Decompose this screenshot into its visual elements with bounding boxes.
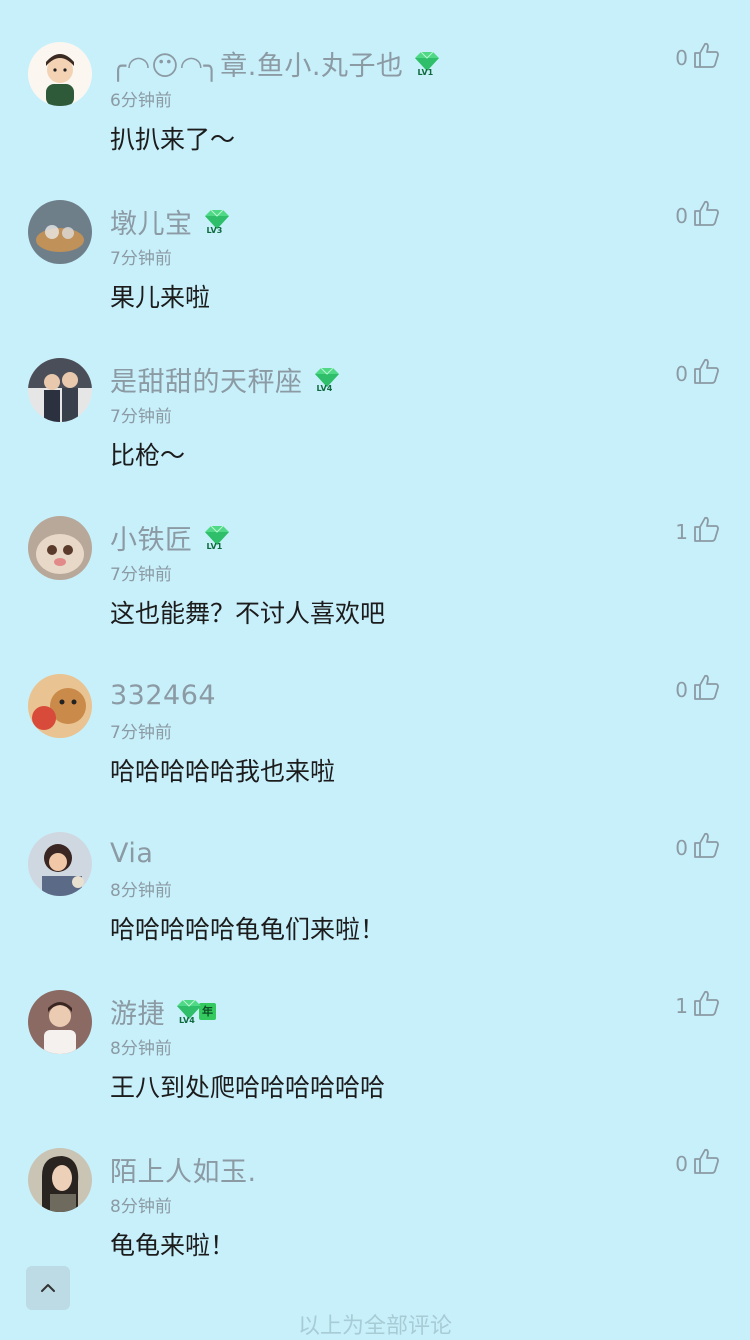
comment-time: 7分钟前 (110, 723, 172, 743)
comment-time: 7分钟前 (110, 249, 172, 269)
comment-item: 陌上人如玉. 8分钟前 龟龟来啦！ 0 (0, 1106, 750, 1264)
comment-content: 王八到处爬哈哈哈哈哈哈 (110, 1073, 386, 1102)
avatar[interactable] (28, 832, 92, 896)
username[interactable]: 陌上人如玉. (110, 1150, 257, 1189)
like-count: 0 (675, 836, 688, 860)
comment-item: Via 8分钟前 哈哈哈哈哈龟龟们来啦！ 0 (0, 790, 750, 948)
comment-item: 墩儿宝 LV3 7分钟前 果儿来啦 0 (0, 158, 750, 316)
comment-header: Via (110, 833, 153, 873)
comment-header: ╭◠😶◠╮章.鱼小.丸子也 LV1 (110, 43, 441, 83)
comment-header: 是甜甜的天秤座 LV4 (110, 359, 341, 399)
comment-item: 是甜甜的天秤座 LV4 7分钟前 比枪～ 0 (0, 316, 750, 474)
comment-time: 8分钟前 (110, 1197, 172, 1217)
thumbs-up-icon[interactable] (692, 673, 720, 701)
comment-header: 游捷 LV4 年 (110, 991, 216, 1031)
comment-content: 果儿来啦 (110, 283, 211, 312)
comment-content: 龟龟来啦！ (110, 1231, 236, 1260)
level-badge: LV4 (175, 997, 203, 1025)
like-button[interactable]: 0 (675, 1146, 720, 1176)
thumbs-up-icon[interactable] (692, 831, 720, 859)
like-button[interactable]: 1 (675, 514, 720, 544)
avatar[interactable] (28, 1148, 92, 1212)
comment-item: ╭◠😶◠╮章.鱼小.丸子也 LV1 6分钟前 扒扒来了～ 0 (0, 0, 750, 158)
avatar[interactable] (28, 674, 92, 738)
thumbs-up-icon[interactable] (692, 1147, 720, 1175)
comment-time: 6分钟前 (110, 91, 172, 111)
avatar[interactable] (28, 200, 92, 264)
comment-time: 8分钟前 (110, 881, 172, 901)
thumbs-up-icon[interactable] (692, 199, 720, 227)
avatar[interactable] (28, 358, 92, 422)
comment-item: 332464 7分钟前 哈哈哈哈哈我也来啦 0 (0, 632, 750, 790)
level-text: LV4 (179, 1016, 195, 1025)
thumbs-up-icon[interactable] (692, 41, 720, 69)
like-count: 0 (675, 46, 688, 70)
chevron-up-icon[interactable] (38, 1278, 58, 1298)
comment-item: 游捷 LV4 年 8分钟前 王八到处爬哈哈哈哈哈哈 1 (0, 948, 750, 1106)
like-count: 0 (675, 678, 688, 702)
level-badge: LV1 (203, 523, 231, 551)
level-text: LV4 (316, 384, 333, 393)
like-count: 0 (675, 362, 688, 386)
username[interactable]: ╭◠😶◠╮章.鱼小.丸子也 (110, 44, 403, 83)
like-count: 1 (675, 520, 688, 544)
like-button[interactable]: 0 (675, 198, 720, 228)
like-button[interactable]: 0 (675, 40, 720, 70)
like-count: 1 (675, 994, 688, 1018)
level-badge: LV3 (203, 207, 231, 235)
avatar[interactable] (28, 990, 92, 1054)
like-button[interactable]: 1 (675, 988, 720, 1018)
comment-header: 墩儿宝 LV3 (110, 201, 231, 241)
username[interactable]: Via (110, 838, 153, 869)
comment-content: 哈哈哈哈哈龟龟们来啦！ (110, 915, 386, 944)
username[interactable]: 小铁匠 (110, 518, 193, 557)
username[interactable]: 游捷 (110, 992, 165, 1031)
level-text: LV1 (417, 68, 434, 77)
level-badge: LV4 (313, 365, 341, 393)
avatar[interactable] (28, 42, 92, 106)
like-button[interactable]: 0 (675, 672, 720, 702)
level-badge: LV1 (413, 49, 441, 77)
comment-item: 小铁匠 LV1 7分钟前 这也能舞？不讨人喜欢吧 1 (0, 474, 750, 632)
thumbs-up-icon[interactable] (692, 357, 720, 385)
thumbs-up-icon[interactable] (692, 515, 720, 543)
comment-time: 7分钟前 (110, 565, 172, 585)
end-of-comments-text: 以上为全部评论 (297, 1314, 452, 1339)
avatar[interactable] (28, 516, 92, 580)
comment-header: 332464 (110, 675, 216, 715)
comment-header: 小铁匠 LV1 (110, 517, 231, 557)
comment-content: 哈哈哈哈哈我也来啦 (110, 757, 336, 786)
username[interactable]: 是甜甜的天秤座 (110, 360, 303, 399)
username[interactable]: 332464 (110, 680, 216, 711)
level-text: LV3 (206, 226, 223, 235)
back-to-top-button[interactable] (26, 1266, 70, 1310)
comment-time: 8分钟前 (110, 1039, 172, 1059)
comment-header: 陌上人如玉. (110, 1149, 257, 1189)
comment-content: 扒扒来了～ (110, 125, 236, 154)
username[interactable]: 墩儿宝 (110, 202, 193, 241)
comment-content: 比枪～ (110, 441, 186, 470)
thumbs-up-icon[interactable] (692, 989, 720, 1017)
like-count: 0 (675, 1152, 688, 1176)
comment-time: 7分钟前 (110, 407, 172, 427)
level-text: LV1 (206, 542, 223, 551)
like-button[interactable]: 0 (675, 356, 720, 386)
like-count: 0 (675, 204, 688, 228)
comment-content: 这也能舞？不讨人喜欢吧 (110, 599, 386, 628)
like-button[interactable]: 0 (675, 830, 720, 860)
